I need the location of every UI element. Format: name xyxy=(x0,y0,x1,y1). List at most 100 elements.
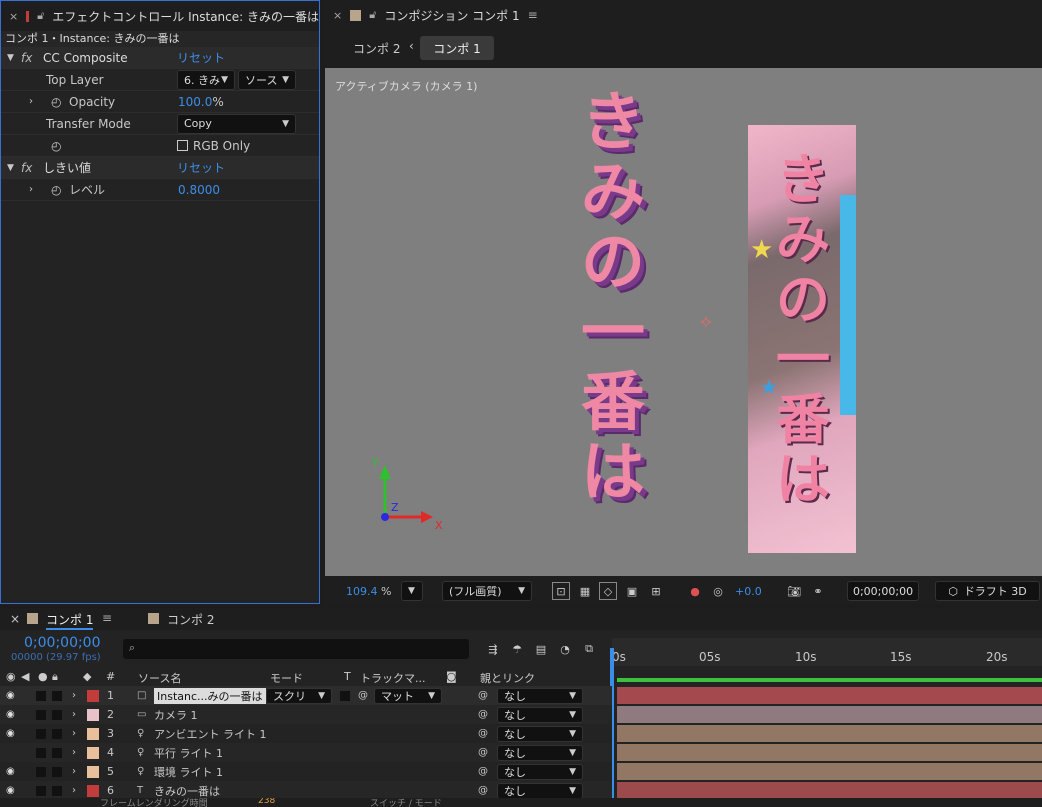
layer-duration-bar[interactable] xyxy=(617,782,1042,799)
lock-icon[interactable]: 🔓︎ xyxy=(37,9,44,23)
canvas-3d-text[interactable]: きみの一番は xyxy=(563,88,663,508)
region-of-interest-icon[interactable]: ⊡ xyxy=(552,582,570,600)
timecode-display[interactable]: 0;00;00;00 xyxy=(847,581,919,601)
track-matte-dropdown[interactable]: マット ▼ xyxy=(374,687,442,704)
zoom-dropdown[interactable]: ▼ xyxy=(401,581,423,601)
close-icon[interactable]: × xyxy=(333,9,342,22)
graph-editor-icon[interactable]: ⧉ xyxy=(580,640,598,658)
composition-viewer[interactable]: アクティブカメラ (カメラ 1) きみの一番は ⟡ ★ ★ きみの一番は Y Z… xyxy=(325,68,1042,576)
layer-name[interactable]: きみの一番は xyxy=(154,783,220,799)
fx-icon[interactable]: fx xyxy=(21,51,32,65)
mask-visibility-icon[interactable]: ◇ xyxy=(599,582,617,600)
chevron-right-icon[interactable]: › xyxy=(72,785,76,796)
chevron-right-icon[interactable]: › xyxy=(72,690,76,701)
solo-toggle[interactable] xyxy=(36,690,46,701)
lock-toggle[interactable] xyxy=(52,785,62,796)
motion-blur-icon[interactable]: ◔ xyxy=(556,640,574,658)
zoom-value[interactable]: 109.4 xyxy=(346,585,378,598)
color-channel-icon[interactable]: ● xyxy=(686,582,704,600)
layer-row[interactable]: ◉ › 3 ♀ アンビエント ライト 1 @ なし ▼ xyxy=(0,724,612,743)
eye-icon[interactable]: ◉ xyxy=(6,670,16,683)
camera-snapshot-icon[interactable]: 📷︎ xyxy=(785,582,803,600)
grid-guides-icon[interactable]: ⊞ xyxy=(647,582,665,600)
solo-toggle[interactable] xyxy=(36,728,46,739)
reset-link[interactable]: リセット xyxy=(177,159,225,176)
time-ruler[interactable]: 0s 05s 10s 15s 20s xyxy=(612,638,1042,666)
work-area-bar[interactable] xyxy=(617,678,1042,682)
layer-name[interactable]: 平行 ライト 1 xyxy=(154,745,223,761)
solo-icon[interactable]: ● xyxy=(38,670,48,683)
layer-name[interactable]: 環境 ライト 1 xyxy=(154,764,223,780)
layer-row[interactable]: ◉ › 1 □ Instanc...みの一番は @ なし ▼ スクリ ▼ @ マット… xyxy=(0,686,612,705)
label-tag-icon[interactable]: ◆ xyxy=(83,670,91,683)
parent-dropdown[interactable]: なし ▼ xyxy=(497,782,583,799)
transfer-mode-dropdown[interactable]: Copy ▼ xyxy=(177,113,296,134)
stopwatch-icon[interactable]: ◴ xyxy=(51,183,61,197)
layer-row[interactable]: ◉ › 5 ♀ 環境 ライト 1 @ なし ▼ xyxy=(0,762,612,781)
lock-toggle[interactable] xyxy=(52,766,62,777)
parent-dropdown[interactable]: なし ▼ xyxy=(497,706,583,723)
chevron-right-icon[interactable]: › xyxy=(72,728,76,739)
preserve-transparency-toggle[interactable] xyxy=(340,690,350,701)
effect-header-threshold[interactable]: ▼ fx しきい値 リセット xyxy=(1,157,319,179)
layer-label-color[interactable] xyxy=(87,746,99,759)
exposure-value[interactable]: +0.0 xyxy=(735,585,762,598)
audio-icon[interactable]: ◀︎ xyxy=(21,670,29,683)
quality-dropdown[interactable]: (フル画質) ▼ xyxy=(442,581,532,601)
tab-comp2[interactable]: コンポ 2 xyxy=(167,611,214,628)
eye-icon[interactable]: ◉ xyxy=(6,709,15,720)
show-snapshot-icon[interactable]: ⚭ xyxy=(809,582,827,600)
column-track-matte[interactable]: トラックマ... xyxy=(360,670,426,686)
column-t[interactable]: T xyxy=(344,670,351,683)
chevron-right-icon[interactable]: › xyxy=(72,709,76,720)
breadcrumb-current[interactable]: コンポ 1 xyxy=(420,36,494,60)
close-icon[interactable]: × xyxy=(9,10,18,23)
pickwhip-icon[interactable]: @ xyxy=(478,766,488,777)
layer-name[interactable]: Instanc...みの一番は xyxy=(154,687,266,704)
parent-dropdown[interactable]: なし ▼ xyxy=(497,744,583,761)
pickwhip-icon[interactable]: @ xyxy=(478,785,488,796)
frame-blending-icon[interactable]: ▤ xyxy=(532,640,550,658)
lock-toggle[interactable] xyxy=(52,747,62,758)
parent-dropdown[interactable]: なし ▼ xyxy=(497,687,583,704)
layer-label-color[interactable] xyxy=(87,727,99,740)
reset-link[interactable]: リセット xyxy=(177,49,225,66)
comp-tab-title[interactable]: コンポジション コンポ 1 xyxy=(384,7,519,24)
layer-name[interactable]: アンビエント ライト 1 xyxy=(154,726,267,742)
poster-image[interactable]: ★ ★ きみの一番は xyxy=(748,125,856,553)
chevron-down-icon[interactable]: ▼ xyxy=(7,53,14,63)
layer-duration-bar[interactable] xyxy=(617,687,1042,704)
breadcrumb-prev[interactable]: コンポ 2 xyxy=(353,40,400,57)
light-icon[interactable]: ⟡ xyxy=(700,311,712,332)
layer-label-color[interactable] xyxy=(87,765,99,778)
transparency-grid-icon[interactable]: ▦ xyxy=(576,582,594,600)
lock-toggle[interactable] xyxy=(52,728,62,739)
top-layer-dropdown[interactable]: 6. きみ ▼ xyxy=(177,69,235,90)
chevron-right-icon[interactable]: › xyxy=(29,184,33,195)
solo-toggle[interactable] xyxy=(36,747,46,758)
eye-icon[interactable]: ◉ xyxy=(6,690,15,701)
solo-toggle[interactable] xyxy=(36,709,46,720)
level-value[interactable]: 0.8000 xyxy=(178,183,220,197)
layer-duration-bar[interactable] xyxy=(617,763,1042,780)
effect-tab-title[interactable]: エフェクトコントロール Instance: きみの一番は xyxy=(52,8,319,25)
column-source-name[interactable]: ソース名 xyxy=(138,670,181,686)
rgb-only-checkbox[interactable] xyxy=(177,140,188,151)
menu-icon[interactable]: ≡ xyxy=(528,8,538,22)
composition-flowchart-icon[interactable]: ⇶ xyxy=(484,640,502,658)
eye-icon[interactable]: ◉ xyxy=(6,728,15,739)
reset-exposure-icon[interactable]: ◎ xyxy=(709,582,727,600)
solo-toggle[interactable] xyxy=(36,785,46,796)
shy-layers-icon[interactable]: ☂ xyxy=(508,640,526,658)
stopwatch-icon[interactable]: ◴ xyxy=(51,95,61,109)
layer-duration-bar[interactable] xyxy=(617,725,1042,742)
blend-mode-dropdown[interactable]: スクリ ▼ xyxy=(266,687,332,704)
layer-name[interactable]: カメラ 1 xyxy=(154,707,198,723)
chevron-right-icon[interactable]: › xyxy=(72,766,76,777)
parent-dropdown[interactable]: なし ▼ xyxy=(497,763,583,780)
current-timecode[interactable]: 0;00;00;00 xyxy=(24,635,101,651)
safe-margins-icon[interactable]: ▣ xyxy=(623,582,641,600)
search-input[interactable]: ⌕ xyxy=(123,639,469,659)
toggle-switches-modes[interactable]: スイッチ / モード xyxy=(370,798,442,807)
chevron-right-icon[interactable]: › xyxy=(29,96,33,107)
